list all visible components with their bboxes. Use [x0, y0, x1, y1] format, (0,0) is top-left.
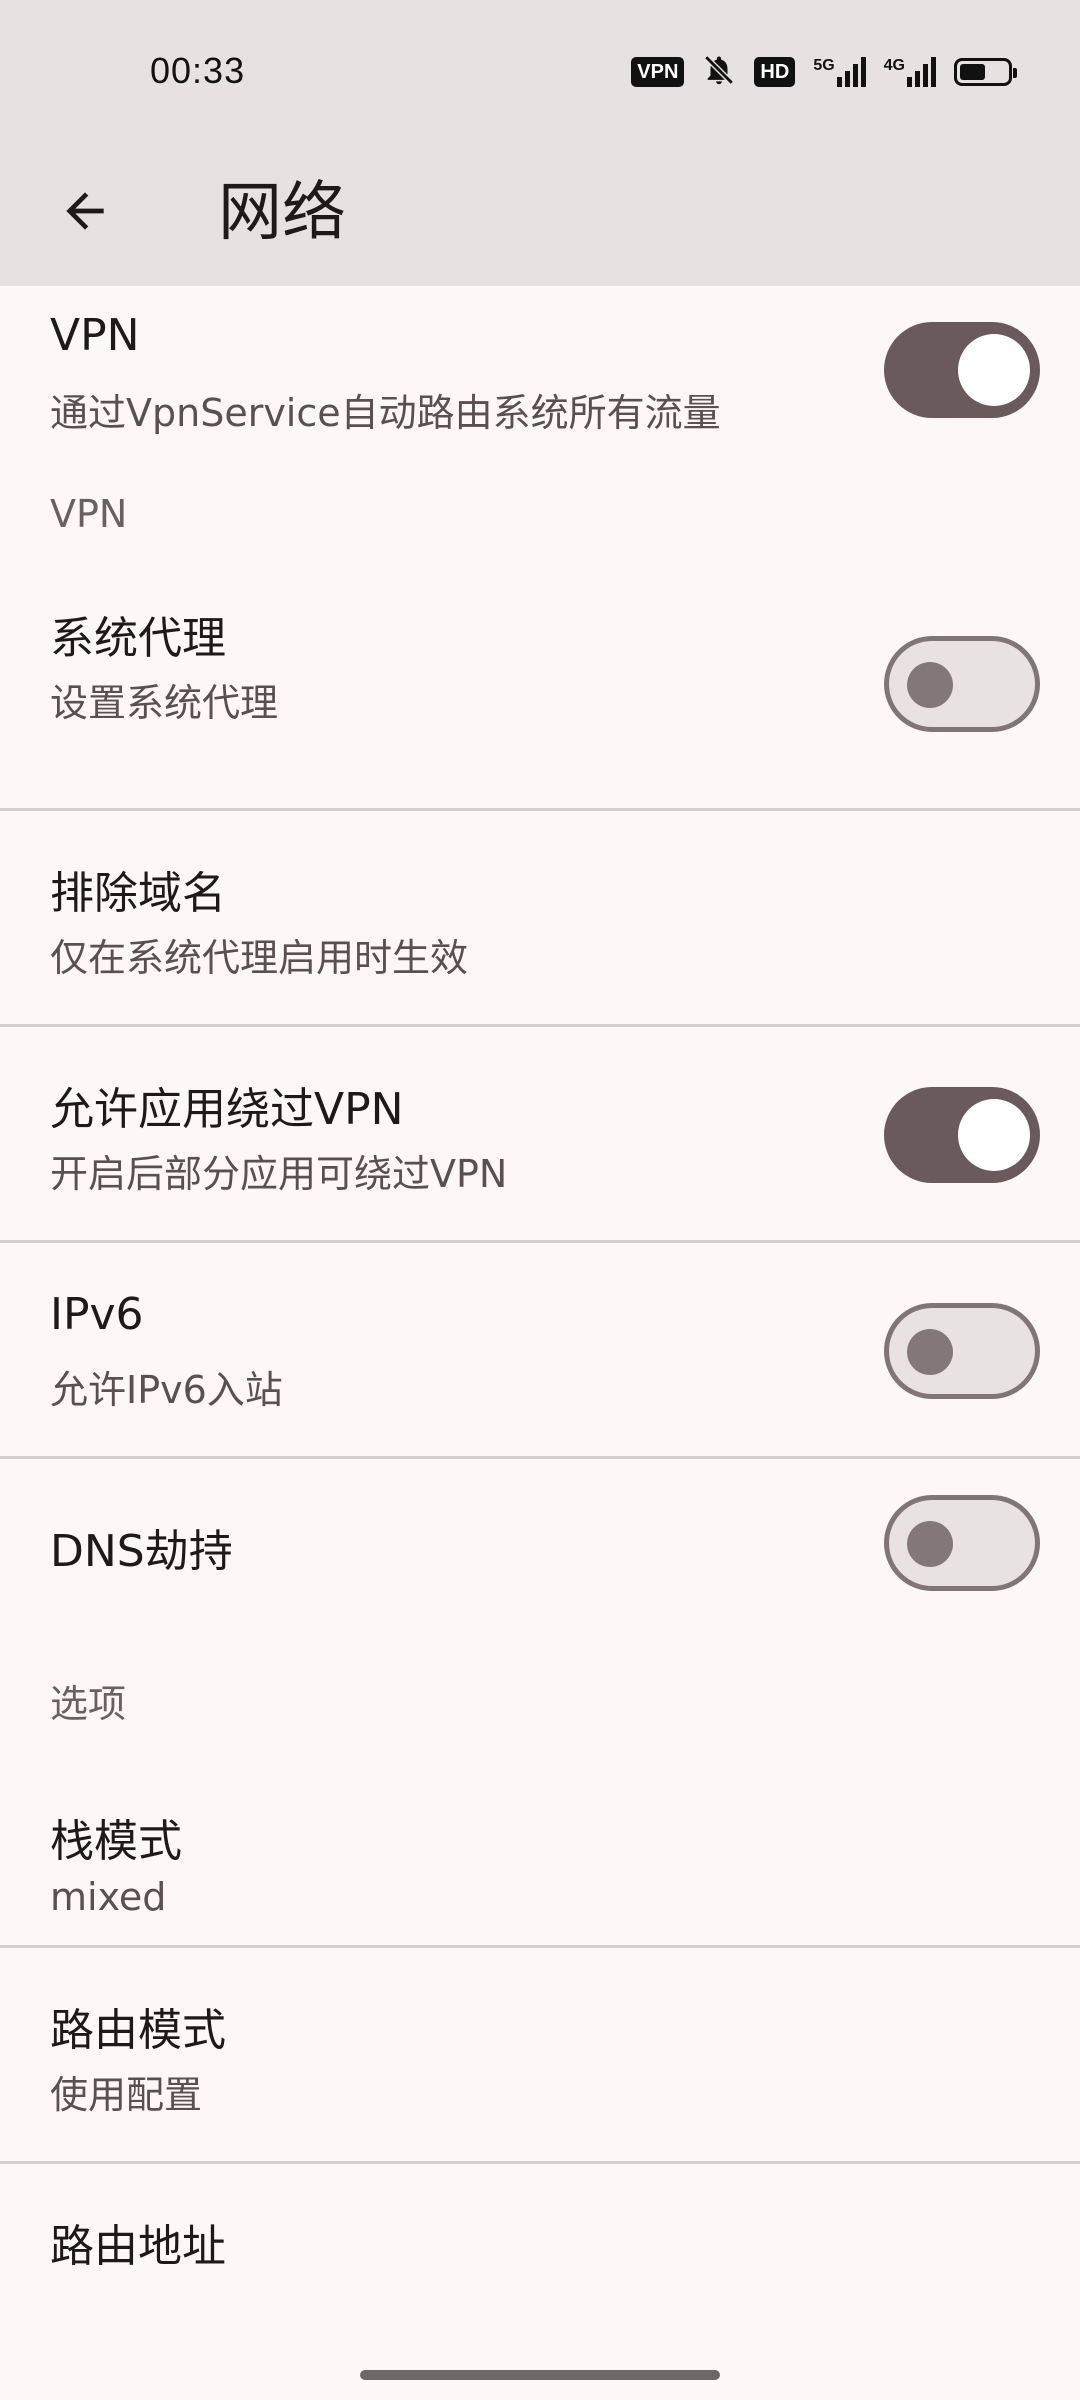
dns-hijack-toggle[interactable] — [884, 1495, 1040, 1591]
ipv6-toggle[interactable] — [884, 1303, 1040, 1399]
dns-hijack-row[interactable]: DNS劫持 — [0, 1459, 1080, 1629]
toggle-knob — [958, 1099, 1030, 1171]
stack-mode-title: 栈模式 — [50, 1816, 182, 1867]
section-header-vpn: VPN — [0, 466, 1080, 580]
signal-5g-bars — [836, 57, 866, 87]
stack-mode-row[interactable]: 栈模式 mixed — [0, 1749, 1080, 1945]
vpn-badge-icon: VPN — [631, 57, 685, 87]
page-title: 网络 — [218, 176, 346, 250]
system-proxy-subtitle: 设置系统代理 — [50, 681, 279, 725]
signal-4g-icon: 4G — [884, 57, 936, 87]
bypass-domains-title: 排除域名 — [50, 868, 226, 919]
toggle-knob — [958, 334, 1030, 406]
toggle-knob — [907, 1521, 953, 1567]
home-indicator[interactable] — [360, 2370, 720, 2380]
bypass-domains-subtitle: 仅在系统代理启用时生效 — [50, 936, 469, 980]
allow-bypass-subtitle: 开启后部分应用可绕过VPN — [50, 1152, 508, 1196]
section-header-vpn-label: VPN — [50, 492, 128, 536]
status-icons: VPN HD 5G 4G — [631, 52, 1017, 92]
screen: 00:33 VPN HD 5G 4G 网络 VPN 通过VpnService自动… — [0, 0, 1080, 2400]
signal-5g-icon: 5G — [813, 57, 866, 87]
route-mode-title: 路由模式 — [50, 2005, 226, 2056]
status-bar: 00:33 VPN HD 5G 4G — [0, 0, 1080, 140]
route-address-title: 路由地址 — [50, 2221, 226, 2272]
signal-5g-label: 5G — [813, 57, 835, 74]
signal-4g-bars — [907, 57, 936, 87]
settings-list: VPN 通过VpnService自动路由系统所有流量 VPN 系统代理 设置系统… — [0, 286, 1080, 2284]
system-proxy-row[interactable]: 系统代理 设置系统代理 — [0, 580, 1080, 808]
allow-bypass-row[interactable]: 允许应用绕过VPN 开启后部分应用可绕过VPN — [0, 1027, 1080, 1240]
status-time: 00:33 — [150, 50, 246, 91]
ipv6-subtitle: 允许IPv6入站 — [50, 1368, 283, 1412]
vpn-toggle[interactable] — [884, 322, 1040, 418]
back-button[interactable] — [40, 166, 130, 256]
vpn-setting-title: VPN — [50, 310, 140, 361]
vpn-setting-subtitle: 通过VpnService自动路由系统所有流量 — [50, 391, 721, 435]
toggle-knob — [907, 1329, 953, 1375]
toggle-knob — [907, 662, 953, 708]
arrow-back-icon — [66, 192, 104, 230]
system-proxy-title: 系统代理 — [50, 613, 226, 664]
bell-off-icon — [702, 52, 736, 92]
ipv6-title: IPv6 — [50, 1289, 144, 1340]
ipv6-row[interactable]: IPv6 允许IPv6入站 — [0, 1243, 1080, 1456]
allow-bypass-toggle[interactable] — [884, 1087, 1040, 1183]
section-header-options: 选项 — [0, 1629, 1080, 1749]
hd-voice-icon: HD — [754, 57, 796, 87]
system-proxy-toggle[interactable] — [884, 636, 1040, 732]
signal-4g-label: 4G — [883, 57, 905, 74]
battery-icon — [954, 58, 1017, 86]
bypass-domains-row[interactable]: 排除域名 仅在系统代理启用时生效 — [0, 811, 1080, 1024]
app-bar: 网络 — [0, 140, 1080, 286]
allow-bypass-title: 允许应用绕过VPN — [50, 1084, 404, 1135]
battery-fill — [960, 64, 985, 80]
dns-hijack-title: DNS劫持 — [50, 1526, 233, 1577]
route-mode-value: 使用配置 — [50, 2073, 203, 2117]
vpn-setting-row[interactable]: VPN 通过VpnService自动路由系统所有流量 — [0, 286, 1080, 466]
route-mode-row[interactable]: 路由模式 使用配置 — [0, 1948, 1080, 2161]
section-header-options-label: 选项 — [50, 1682, 127, 1726]
route-address-row[interactable]: 路由地址 — [0, 2164, 1080, 2284]
stack-mode-value: mixed — [50, 1875, 167, 1919]
